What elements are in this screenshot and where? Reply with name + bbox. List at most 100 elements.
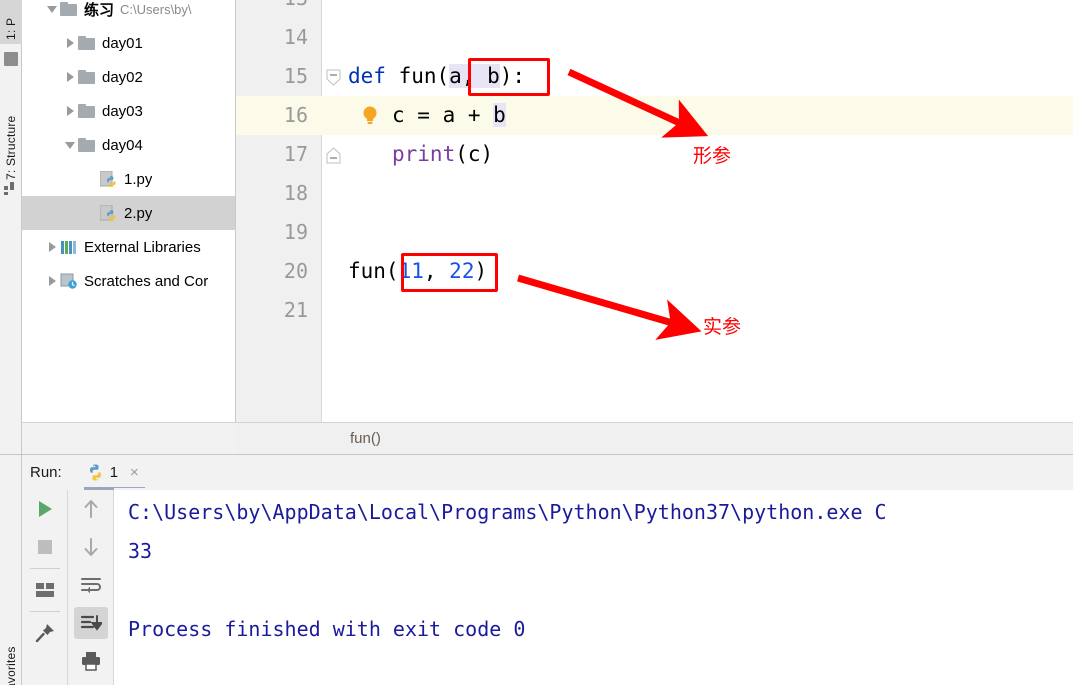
play-icon [39,501,52,517]
external-libraries-icon [61,240,76,254]
tree-node-label: day02 [102,68,143,86]
tree-expander[interactable] [62,128,78,162]
tree-node-day02[interactable]: day02 [22,60,235,94]
assignment-expression: c = a + [392,103,494,127]
line-number: 15 [283,64,308,88]
editor-line[interactable]: 21 [236,291,1073,330]
call-close-paren: ) [474,259,488,283]
tree-node-scratches-and-cor[interactable]: Scratches and Cor [22,264,235,298]
function-name: fun( [385,64,450,88]
tree-node-label: day03 [102,102,143,120]
actual-argument-annotation-label: 实参 [703,316,742,338]
tree-node-day04[interactable]: day04 [22,128,235,162]
libraries-icon-wrap [60,240,78,255]
run-tool-window-header: Run: 1 × [22,455,1073,490]
project-tool-window: 练习 C:\Users\by\ day01 day02 day03 day04 1.py 2.… [22,0,236,448]
tree-node-day01[interactable]: day01 [22,26,235,60]
rerun-button[interactable] [22,490,68,528]
editor-code-area[interactable]: 1314 15 def fun(a, b):16c = a + b17print(c… [236,0,1073,422]
tree-node-2-py[interactable]: 2.py [22,196,235,230]
fold-start-icon[interactable] [326,69,341,86]
scratches-icon-wrap [60,273,78,289]
code-text: print(c) [392,135,493,174]
print-button[interactable] [68,642,114,680]
project-folder-icon [4,52,18,66]
tool-window-tab-structure[interactable]: 7: Structure [0,88,22,180]
close-icon[interactable]: × [130,464,139,481]
stop-icon [38,540,52,554]
up-button[interactable] [68,490,114,528]
folder-icon [60,2,77,16]
soft-wrap-icon [81,578,101,594]
tree-node-label: 1.py [124,170,153,188]
builtin-print: print [392,142,456,166]
tool-window-tab-favorites[interactable]: avorites [0,612,22,685]
editor-breadcrumb-bar[interactable]: fun() [236,422,1073,455]
tool-window-tab-structure-label: 7: Structure [4,115,18,180]
parameter-list: a, b [449,64,500,88]
breadcrumb-item-fun[interactable]: fun() [350,430,381,447]
tree-node-label: External Libraries [84,238,201,256]
python-file-icon [99,170,116,187]
soft-wrap-button[interactable] [68,566,114,604]
chevron-right-icon[interactable] [65,38,75,48]
tree-expander[interactable] [62,60,78,94]
pin-button[interactable] [22,614,68,652]
scroll-to-end-icon [80,615,102,631]
tree-expander[interactable] [62,94,78,128]
tool-window-tab-project[interactable]: 1: P [0,0,22,44]
chevron-right-icon[interactable] [65,106,75,116]
line-number: 18 [283,181,308,205]
left-tool-strip: 1: P 7: Structure avorites [0,0,22,685]
editor-line[interactable]: 15 def fun(a, b): [236,57,1073,96]
pin-icon [35,624,54,643]
editor-line[interactable]: 19 [236,213,1073,252]
print-arguments: (c) [455,142,494,166]
tree-expander[interactable] [44,0,60,26]
down-button[interactable] [68,528,114,566]
tree-node-[interactable]: 练习 C:\Users\by\ [22,0,235,26]
editor-line[interactable]: 14 [236,18,1073,57]
formal-parameter-annotation-label: 形参 [693,145,732,167]
chevron-down-icon[interactable] [47,4,57,14]
run-configuration-tab[interactable]: 1 × [83,455,145,490]
layout-icon [36,583,54,597]
python-file-icon-wrap [99,170,118,188]
tree-expander[interactable] [62,26,78,60]
editor-line[interactable]: 18 [236,174,1073,213]
chevron-right-icon[interactable] [47,276,57,286]
chevron-right-icon[interactable] [47,242,57,252]
code-text: def fun(a, b): [348,57,525,96]
code-text: c = a + b [392,96,506,135]
identifier-b: b [493,103,506,127]
toolbar-separator [29,611,60,612]
intention-bulb-icon[interactable] [361,105,379,127]
run-console-output[interactable]: C:\Users\by\AppData\Local\Programs\Pytho… [114,490,1073,685]
code-editor[interactable]: 1314 15 def fun(a, b):16c = a + b17print(c… [236,0,1073,422]
scroll-to-end-button[interactable] [68,604,114,642]
fold-end-icon[interactable] [326,147,341,164]
editor-line[interactable]: 17 print(c) [236,135,1073,174]
arrow-up-icon [84,500,98,518]
layout-button[interactable] [22,571,68,609]
folder-icon [78,36,95,50]
chevron-down-icon[interactable] [65,140,75,150]
signature-tail: ): [499,64,526,88]
console-line: C:\Users\by\AppData\Local\Programs\Pytho… [128,500,887,524]
tree-expander[interactable] [44,230,60,264]
line-number: 13 [236,0,308,18]
project-panel-footer [22,422,236,455]
tree-expander[interactable] [44,264,60,298]
line-number: 20 [283,259,308,283]
tree-node-1-py[interactable]: 1.py [22,162,235,196]
line-number: 21 [283,298,308,322]
editor-line[interactable]: 13 [236,0,1073,18]
run-toolbar-secondary [68,490,114,685]
folder-icon [78,70,95,84]
chevron-right-icon[interactable] [65,72,75,82]
editor-line[interactable]: 16 c = a + b [236,96,1073,135]
tree-node-day03[interactable]: day03 [22,94,235,128]
tree-node-external-libraries[interactable]: External Libraries [22,230,235,264]
stop-button[interactable] [22,528,68,566]
editor-line[interactable]: 20 fun(11, 22) [236,252,1073,291]
